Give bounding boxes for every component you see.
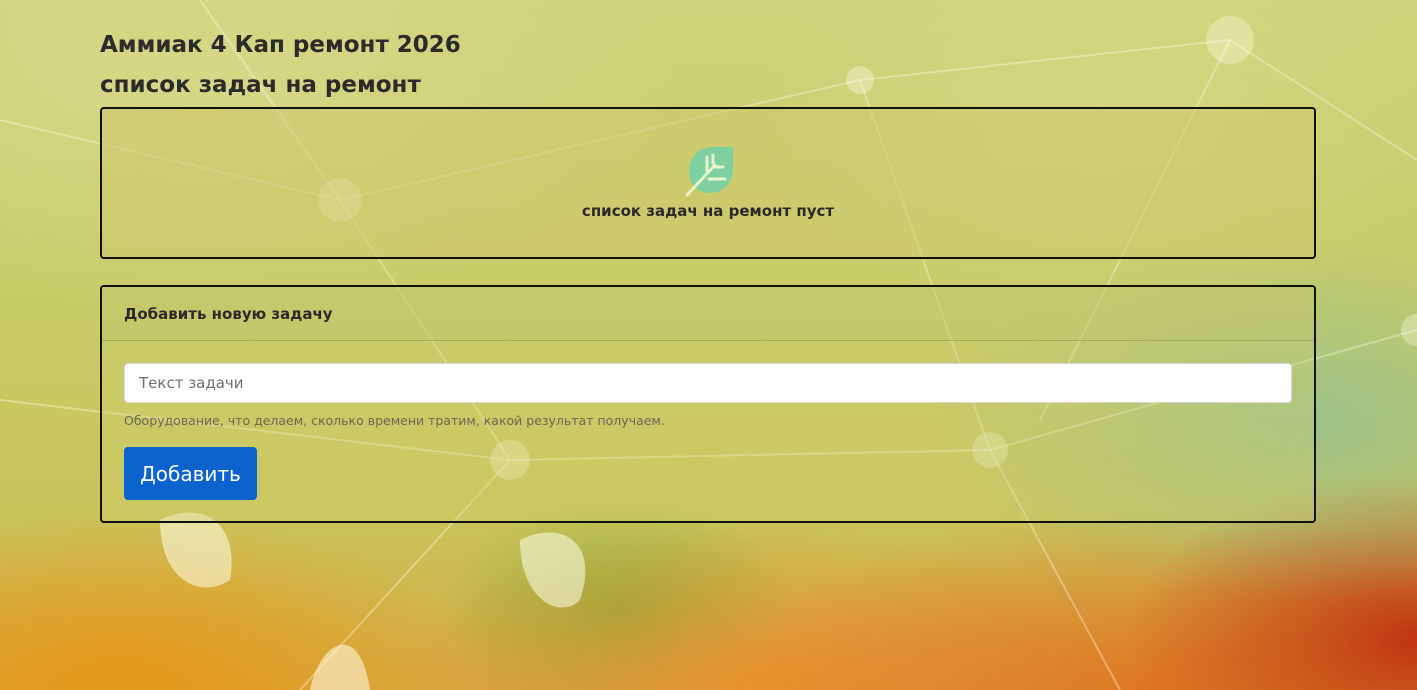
empty-list-message: список задач на ремонт пуст — [581, 202, 835, 220]
page-subtitle: список задач на ремонт — [100, 72, 421, 98]
add-task-card-header: Добавить новую задачу — [102, 287, 1314, 341]
task-text-input[interactable] — [124, 363, 1292, 403]
add-task-heading: Добавить новую задачу — [124, 305, 333, 323]
task-input-hint: Оборудование, что делаем, сколько времен… — [124, 413, 665, 428]
task-list-card: список задач на ремонт пуст — [100, 107, 1316, 259]
page-title: Аммиак 4 Кап ремонт 2026 — [100, 32, 461, 58]
add-task-card: Добавить новую задачу Оборудование, что … — [100, 285, 1316, 523]
add-task-button[interactable]: Добавить — [124, 447, 257, 500]
leaf-icon — [685, 147, 733, 197]
